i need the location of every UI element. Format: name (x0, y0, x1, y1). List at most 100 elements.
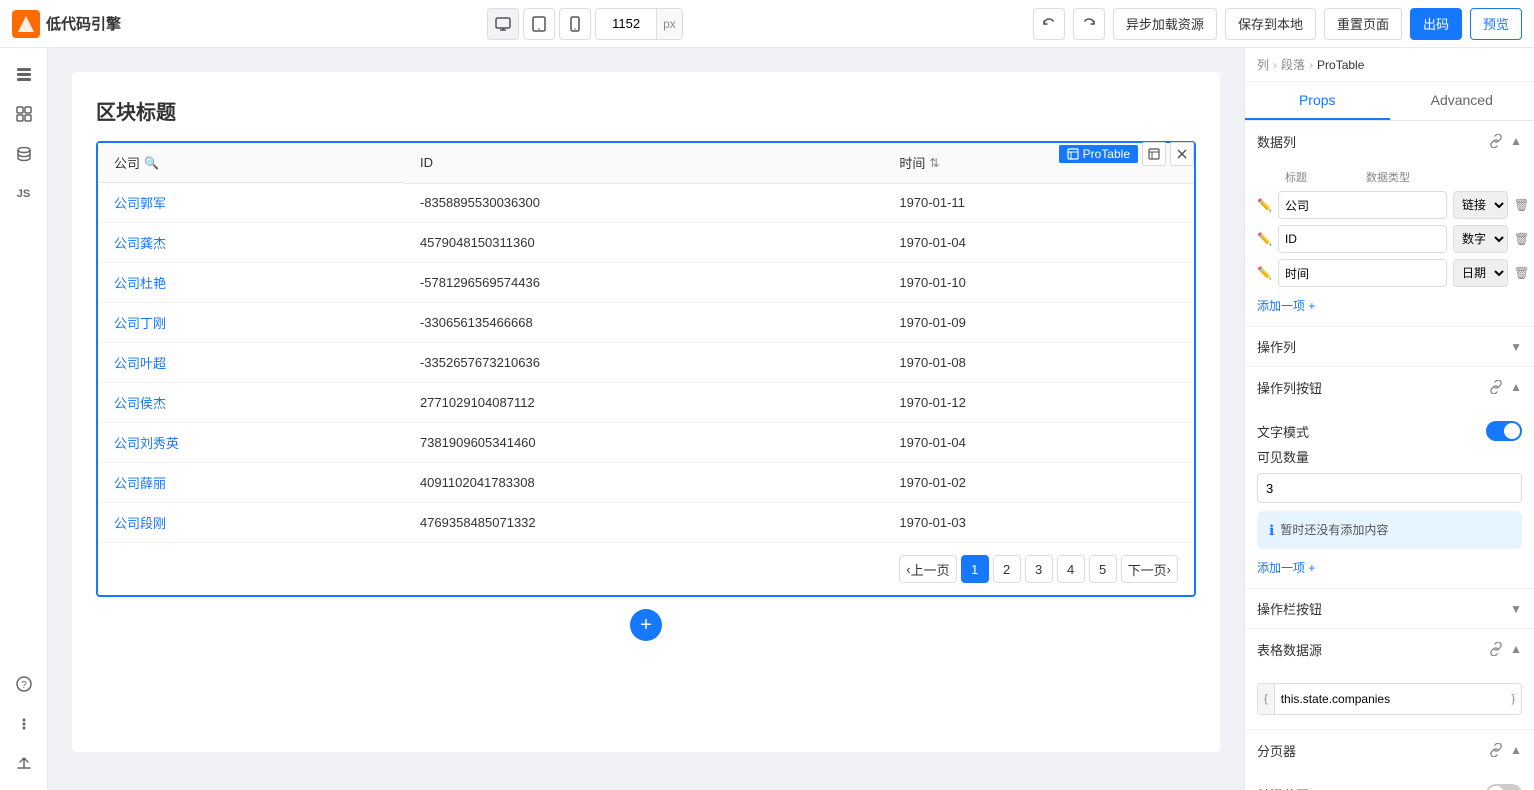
time-filter-icon[interactable]: ⇅ (929, 156, 939, 170)
info-box-text: 暂时还没有添加内容 (1280, 521, 1388, 538)
cell-company: 公司叶超 (98, 343, 404, 383)
cell-id: -330656135466668 (404, 303, 883, 343)
col-delete-icon[interactable]: 🗑 (1514, 232, 1529, 246)
company-link[interactable]: 公司叶超 (114, 356, 166, 371)
table-edit-btn[interactable] (1142, 142, 1166, 166)
cell-id: 4091102041783308 (404, 463, 883, 503)
cell-date: 1970-01-03 (883, 503, 1194, 543)
datasource-link-btn[interactable] (1486, 639, 1506, 659)
section-table-datasource-header[interactable]: 表格数据源 ▲ (1245, 629, 1534, 669)
col-title-input[interactable] (1278, 259, 1447, 287)
info-box: ℹ 暂时还没有添加内容 (1257, 511, 1522, 549)
tablet-view-btn[interactable] (523, 8, 555, 40)
col-edit-icon[interactable]: ✏️ (1257, 198, 1272, 212)
cell-date: 1970-01-12 (883, 383, 1194, 423)
breadcrumb-sep-2: › (1309, 58, 1313, 72)
section-action-buttons-header[interactable]: 操作列按钮 ▲ (1245, 367, 1534, 407)
col-delete-icon[interactable]: 🗑 (1514, 198, 1529, 212)
close-pager-toggle[interactable] (1486, 784, 1522, 790)
section-data-columns-body: 标题 数据类型 ✏️ 链接数字日期文本图片 🗑 ⋮⋮ ✏️ 链接数字日期文本图片… (1245, 161, 1534, 326)
pagination: ‹ 上一页 1 2 3 4 5 下一页 › (98, 543, 1194, 595)
redo-btn[interactable] (1073, 8, 1105, 40)
section-paginator-header[interactable]: 分页器 ▲ (1245, 730, 1534, 770)
section-toolbar-buttons-header[interactable]: 操作栏按钮 ▼ (1245, 589, 1534, 628)
table-row: 公司丁刚 -330656135466668 1970-01-09 (98, 303, 1194, 343)
page-btn-5[interactable]: 5 (1089, 555, 1117, 583)
main-layout: JS ? 区块标题 ProTable (0, 48, 1534, 790)
company-link[interactable]: 公司龚杰 (114, 236, 166, 251)
info-icon: ℹ (1269, 522, 1274, 539)
cell-id: 4769358485071332 (404, 503, 883, 543)
col-title-input[interactable] (1278, 191, 1447, 219)
cell-company: 公司丁刚 (98, 303, 404, 343)
datasource-input[interactable]: this.state.companies (1275, 684, 1506, 714)
action-btns-link-btn[interactable] (1486, 377, 1506, 397)
mobile-view-btn[interactable] (559, 8, 591, 40)
table-toolbar-badge: ProTable (1059, 142, 1194, 166)
export-btn[interactable]: 出码 (1410, 8, 1462, 40)
add-action-btn[interactable]: 添加一项 + (1257, 555, 1315, 580)
section-action-buttons-label: 操作列按钮 (1257, 378, 1322, 397)
visible-count-input[interactable]: 3 (1257, 473, 1522, 503)
col-title-input[interactable] (1278, 225, 1447, 253)
async-load-btn[interactable]: 异步加载资源 (1113, 8, 1217, 40)
preview-btn[interactable]: 预览 (1470, 8, 1522, 40)
width-input[interactable]: 1152 (596, 9, 656, 39)
company-link[interactable]: 公司刘秀英 (114, 436, 179, 451)
company-link[interactable]: 公司段刚 (114, 516, 166, 531)
sidebar-icon-components[interactable] (6, 96, 42, 132)
tab-props[interactable]: Props (1245, 82, 1390, 120)
prev-page-btn[interactable]: ‹ 上一页 (899, 555, 956, 583)
table-delete-btn[interactable] (1170, 142, 1194, 166)
breadcrumb-item-1[interactable]: 列 (1257, 56, 1269, 73)
page-btn-4[interactable]: 4 (1057, 555, 1085, 583)
breadcrumb: 列 › 段落 › ProTable (1245, 48, 1534, 82)
sidebar-icon-js[interactable]: JS (6, 176, 42, 212)
col-header-company: 公司 🔍 (98, 143, 404, 183)
col-delete-icon[interactable]: 🗑 (1514, 266, 1529, 280)
section-data-columns: 数据列 ▲ 标题 数据类型 ✏️ 链接数字日期文本图片 🗑 ⋮⋮ (1245, 121, 1534, 327)
next-page-btn[interactable]: 下一页 › (1121, 555, 1178, 583)
company-search-icon[interactable]: 🔍 (144, 156, 159, 170)
sidebar-icon-data[interactable] (6, 136, 42, 172)
undo-btn[interactable] (1033, 8, 1065, 40)
sidebar-icon-more[interactable] (6, 706, 42, 742)
cell-date: 1970-01-10 (883, 263, 1194, 303)
company-link[interactable]: 公司丁刚 (114, 316, 166, 331)
company-link[interactable]: 公司薛丽 (114, 476, 166, 491)
section-data-columns-header[interactable]: 数据列 ▲ (1245, 121, 1534, 161)
px-input-wrap[interactable]: 1152 px (595, 8, 683, 40)
page-btn-3[interactable]: 3 (1025, 555, 1053, 583)
col-type-select[interactable]: 链接数字日期文本图片 (1453, 191, 1508, 219)
datasource-chevron: ▲ (1510, 642, 1522, 656)
col-config-row: ✏️ 链接数字日期文本图片 🗑 ⋮⋮ (1257, 259, 1522, 287)
breadcrumb-item-2[interactable]: 段落 (1281, 56, 1305, 73)
page-btn-2[interactable]: 2 (993, 555, 1021, 583)
company-link[interactable]: 公司郭军 (114, 196, 166, 211)
col-edit-icon[interactable]: ✏️ (1257, 266, 1272, 280)
col-edit-icon[interactable]: ✏️ (1257, 232, 1272, 246)
desktop-view-btn[interactable] (487, 8, 519, 40)
paginator-link-btn[interactable] (1486, 740, 1506, 760)
page-btn-1[interactable]: 1 (961, 555, 989, 583)
sidebar-icon-layers[interactable] (6, 56, 42, 92)
col-type-select[interactable]: 链接数字日期文本图片 (1453, 225, 1508, 253)
data-columns-link-btn[interactable] (1486, 131, 1506, 151)
save-local-btn[interactable]: 保存到本地 (1225, 8, 1316, 40)
col-type-select[interactable]: 链接数字日期文本图片 (1453, 259, 1508, 287)
add-block-btn[interactable]: + (630, 609, 662, 641)
tab-advanced[interactable]: Advanced (1390, 82, 1534, 120)
sidebar-icon-help[interactable]: ? (6, 666, 42, 702)
company-link[interactable]: 公司侯杰 (114, 396, 166, 411)
add-col-btn[interactable]: 添加一项 + (1257, 293, 1315, 318)
section-action-columns-header[interactable]: 操作列 ▼ (1245, 327, 1534, 366)
data-table: 公司 🔍 ID 时间 (98, 143, 1194, 543)
company-link[interactable]: 公司杜艳 (114, 276, 166, 291)
table-row: 公司刘秀英 7381909605341460 1970-01-04 (98, 423, 1194, 463)
text-mode-toggle[interactable] (1486, 421, 1522, 441)
viewport-buttons: 1152 px (487, 8, 683, 40)
breadcrumb-item-3[interactable]: ProTable (1317, 58, 1364, 72)
sidebar-icon-publish[interactable] (6, 746, 42, 782)
cell-date: 1970-01-08 (883, 343, 1194, 383)
reset-page-btn[interactable]: 重置页面 (1324, 8, 1402, 40)
